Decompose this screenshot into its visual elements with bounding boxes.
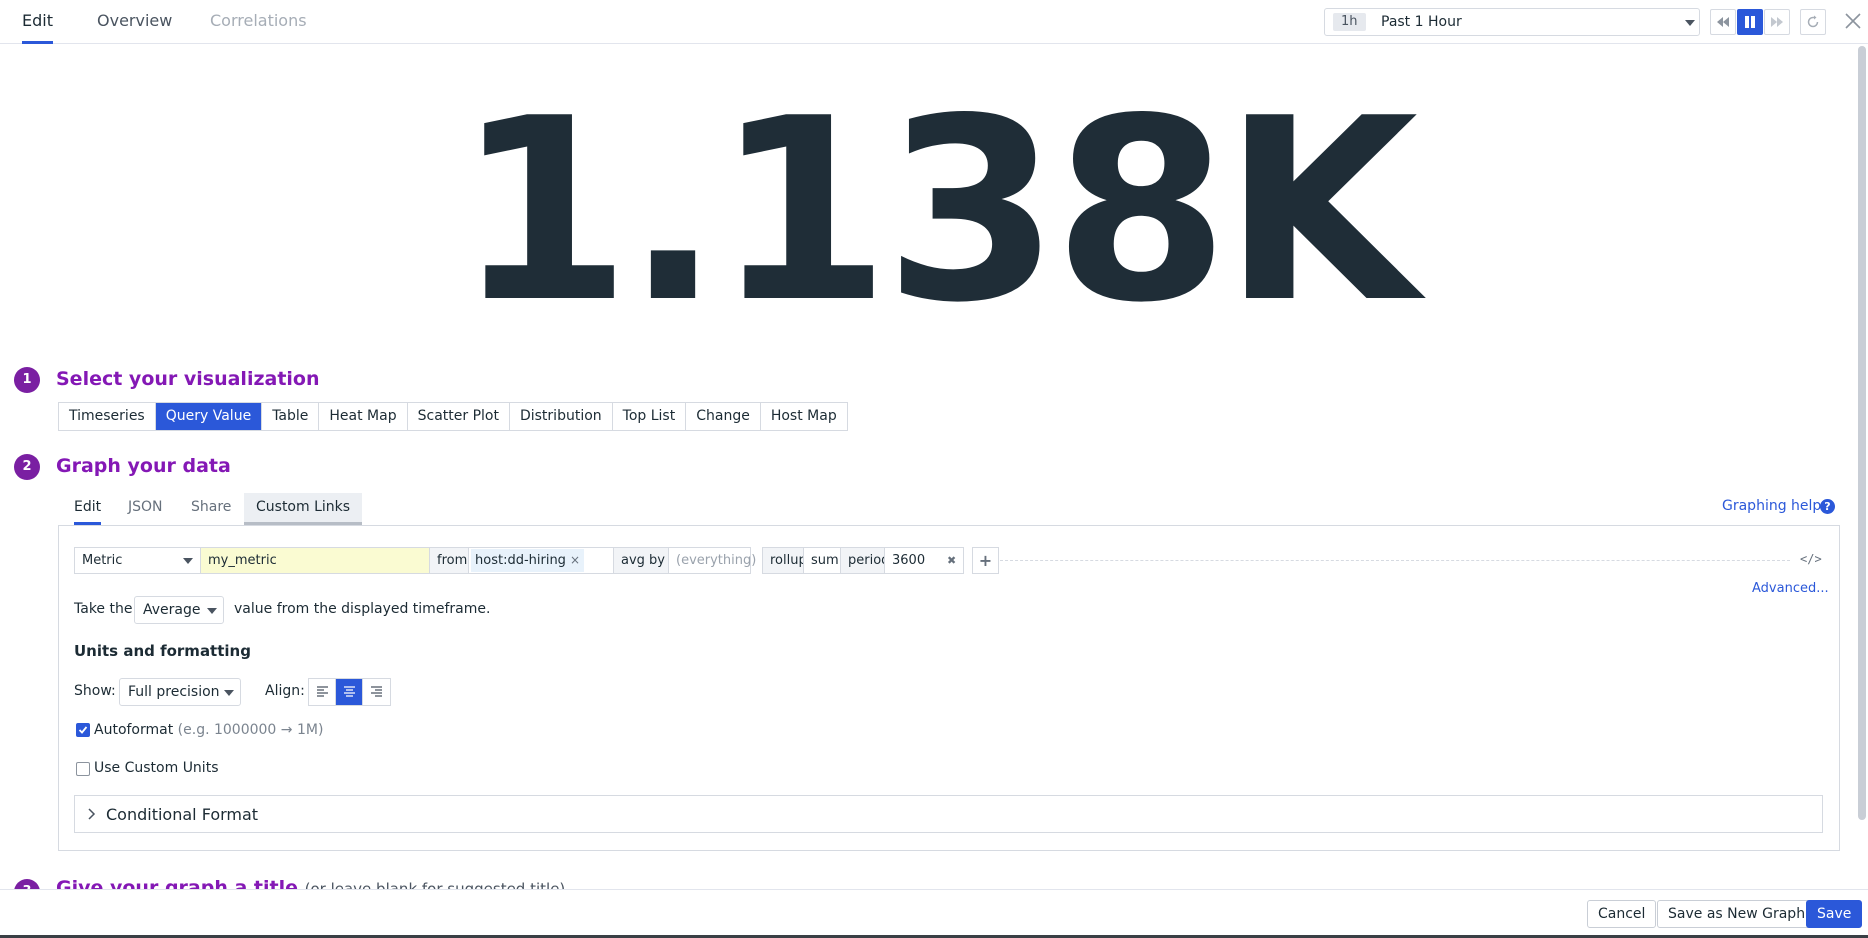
autoformat-label-text: Autoformat (94, 722, 174, 738)
period-label: period (840, 547, 889, 574)
code-view-icon[interactable]: </> (1800, 552, 1822, 566)
custom-units-checkbox[interactable] (76, 762, 90, 776)
rewind-icon (1717, 17, 1729, 27)
check-icon (78, 726, 88, 734)
advanced-link[interactable]: Advanced... (1752, 581, 1829, 596)
tag-remove-icon[interactable]: × (570, 553, 580, 567)
viz-scatter-plot-button[interactable]: Scatter Plot (407, 403, 510, 430)
subtab-edit[interactable]: Edit (74, 493, 102, 525)
viz-table-button[interactable]: Table (262, 403, 320, 430)
subtab-json[interactable]: JSON (128, 493, 163, 525)
fast-forward-button[interactable] (1764, 9, 1790, 35)
chevron-down-icon (224, 690, 234, 696)
subtab-share[interactable]: Share (191, 493, 231, 525)
viz-timeseries-button[interactable]: Timeseries (59, 403, 156, 430)
remove-rollup-icon[interactable]: ✖ (947, 548, 956, 573)
step-title-visualization: Select your visualization (56, 368, 320, 390)
help-icon[interactable]: ? (1820, 499, 1835, 514)
aggregation-suffix: value from the displayed timeframe. (234, 601, 491, 617)
tab-overview[interactable]: Overview (97, 0, 172, 44)
precision-select[interactable]: Full precision (119, 678, 241, 706)
step-number-1: 1 (14, 367, 40, 393)
top-bar: Edit Overview Correlations 1h Past 1 Hou… (0, 0, 1868, 44)
save-as-new-graph-button[interactable]: Save as New Graph (1657, 900, 1817, 928)
query-value-display: 1.138K (455, 65, 1418, 358)
aggregation-value: Average (143, 602, 201, 618)
period-value: 3600 (892, 553, 926, 568)
add-function-button[interactable]: + (972, 547, 999, 574)
fast-forward-icon (1771, 17, 1783, 27)
chevron-down-icon (207, 608, 217, 614)
pause-icon (1745, 16, 1755, 28)
graphing-help-link[interactable]: Graphing help (1722, 498, 1821, 514)
avg-by-input[interactable]: (everything) (668, 547, 756, 574)
from-tag-input[interactable]: host:dd-hiring × (468, 547, 614, 574)
pause-button[interactable] (1737, 9, 1763, 35)
aggregation-select[interactable]: Average (134, 596, 224, 624)
visualization-selector: Timeseries Query Value Table Heat Map Sc… (58, 402, 848, 431)
align-center-button[interactable] (336, 679, 363, 705)
step-number-2: 2 (14, 454, 40, 480)
tab-correlations[interactable]: Correlations (210, 0, 307, 44)
autoformat-hint: (e.g. 1000000 → 1M) (177, 722, 324, 738)
avg-by-label: avg by (613, 547, 669, 574)
cancel-button[interactable]: Cancel (1587, 900, 1657, 928)
show-label: Show: (74, 683, 116, 699)
align-right-button[interactable] (363, 679, 390, 705)
rewind-button[interactable] (1710, 9, 1736, 35)
tab-edit[interactable]: Edit (22, 0, 53, 44)
chevron-down-icon (183, 558, 193, 564)
rollup-label: rollup (762, 547, 807, 574)
chevron-right-icon (88, 808, 96, 820)
align-left-button[interactable] (309, 679, 336, 705)
rollup-function[interactable]: sum (803, 547, 841, 574)
close-button[interactable] (1842, 10, 1864, 32)
tag-chip-label: host:dd-hiring (475, 553, 566, 568)
align-right-icon (371, 686, 382, 697)
units-heading: Units and formatting (74, 642, 251, 660)
conditional-format-section[interactable]: Conditional Format (74, 795, 1823, 833)
align-center-icon (344, 686, 355, 697)
aggregation-prefix: Take the (74, 601, 133, 617)
refresh-button[interactable] (1800, 9, 1826, 35)
period-input[interactable]: 3600 ✖ (884, 547, 964, 574)
query-type-value: Metric (82, 553, 123, 568)
time-range-label: Past 1 Hour (1381, 14, 1462, 30)
scrollbar[interactable] (1858, 46, 1866, 820)
from-label: from (429, 547, 469, 574)
conditional-format-label: Conditional Format (106, 805, 259, 824)
chevron-down-icon (1685, 20, 1695, 26)
custom-units-label: Use Custom Units (94, 760, 219, 776)
viz-top-list-button[interactable]: Top List (612, 403, 687, 430)
viz-change-button[interactable]: Change (686, 403, 761, 430)
viz-query-value-button[interactable]: Query Value (155, 403, 263, 430)
align-left-icon (317, 686, 328, 697)
refresh-icon (1807, 15, 1819, 28)
precision-value: Full precision (128, 684, 220, 700)
alignment-selector (308, 678, 391, 706)
autoformat-checkbox[interactable] (76, 723, 90, 737)
align-label: Align: (265, 683, 305, 699)
subtab-custom-links[interactable]: Custom Links (244, 493, 363, 525)
metric-input[interactable]: my_metric (200, 547, 430, 574)
query-divider (1000, 560, 1790, 561)
query-type-select[interactable]: Metric (74, 547, 201, 574)
viz-distribution-button[interactable]: Distribution (509, 403, 613, 430)
time-range-badge: 1h (1333, 13, 1366, 31)
time-range-selector[interactable]: 1h Past 1 Hour (1324, 8, 1700, 36)
tag-chip: host:dd-hiring × (471, 549, 584, 572)
viz-heat-map-button[interactable]: Heat Map (319, 403, 408, 430)
close-icon (1845, 13, 1861, 29)
autoformat-label: Autoformat (e.g. 1000000 → 1M) (94, 722, 323, 738)
viz-host-map-button[interactable]: Host Map (760, 403, 847, 430)
step-title-graph-data: Graph your data (56, 455, 231, 477)
save-button[interactable]: Save (1806, 900, 1863, 928)
